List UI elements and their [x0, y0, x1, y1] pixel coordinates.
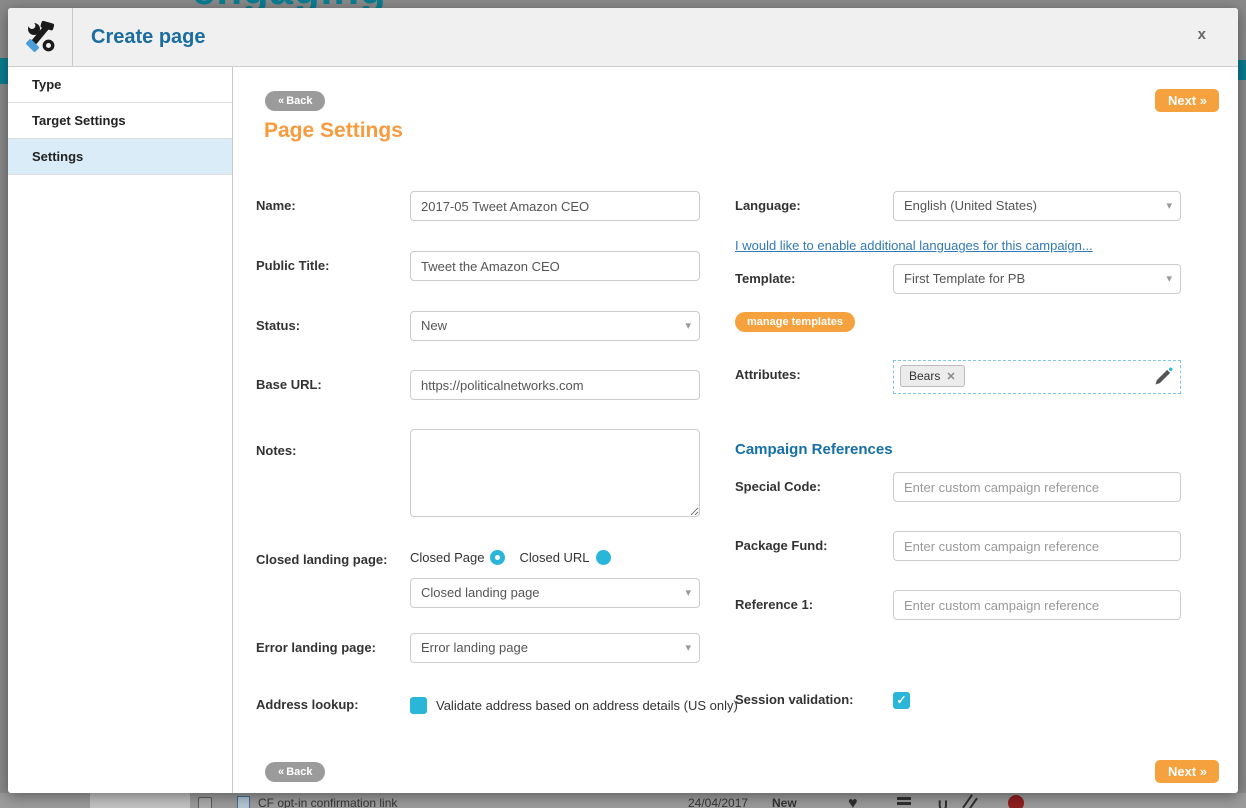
package-fund-label: Package Fund: — [735, 531, 893, 553]
error-landing-select[interactable]: Error landing page ▾ — [410, 633, 700, 663]
template-label: Template: — [735, 264, 893, 286]
attributes-tag-box[interactable]: Bears ✕ — [893, 360, 1181, 394]
page-heading: Page Settings — [264, 119, 403, 143]
address-lookup-label: Address lookup: — [256, 693, 410, 712]
campaign-references-heading: Campaign References — [735, 441, 1205, 458]
status-label: Status: — [256, 311, 410, 333]
create-page-modal: Create page x Type Target Settings Setti… — [8, 8, 1238, 793]
public-title-row: Public Title: — [256, 251, 736, 281]
session-validation-label: Session validation: — [735, 688, 893, 707]
closed-landing-row: Closed landing page: Closed Page Closed … — [256, 545, 736, 633]
language-row: Language: English (United States) ▾ — [735, 191, 1205, 221]
page-file-icon — [237, 796, 250, 808]
tag-remove-icon[interactable]: ✕ — [946, 370, 955, 383]
sidebar-item-type[interactable]: Type — [8, 67, 232, 103]
error-landing-row: Error landing page: Error landing page ▾ — [256, 633, 736, 663]
notes-label: Notes: — [256, 429, 410, 458]
row-page-link: CF opt-in confirmation link — [258, 796, 397, 808]
language-select[interactable]: English (United States) ▾ — [893, 191, 1181, 221]
back-button-top[interactable]: « Back — [265, 91, 325, 111]
modal-title: Create page — [73, 26, 206, 49]
favorite-icon: ♥ — [848, 795, 858, 808]
chevron-down-icon: ▾ — [685, 586, 691, 599]
chevron-down-icon: ▾ — [685, 641, 691, 654]
back-button-bottom[interactable]: « Back — [265, 762, 325, 782]
chevron-down-icon: ▾ — [1166, 199, 1172, 212]
checkbox-session-validation[interactable]: ✓ — [893, 692, 910, 709]
settings-panel: « Back Next » Page Settings Name: Public… — [233, 67, 1238, 793]
closed-url-option-label: Closed URL — [519, 550, 589, 565]
delete-icon — [1008, 795, 1024, 808]
background-table-row: CF opt-in confirmation link 24/04/2017 N… — [0, 793, 1246, 808]
reference-1-row: Reference 1: — [735, 590, 1205, 620]
row-checkbox — [198, 797, 212, 808]
row-date: 24/04/2017 — [688, 796, 748, 808]
list-icon — [897, 797, 911, 808]
radio-closed-url[interactable] — [596, 550, 611, 565]
radio-closed-page[interactable] — [490, 550, 505, 565]
special-code-label: Special Code: — [735, 472, 893, 494]
chevron-down-icon: ▾ — [1166, 272, 1172, 285]
background-sidebar-fragment — [90, 793, 190, 808]
background-navbar-fragment-right — [1238, 60, 1246, 80]
address-lookup-checkbox-label: Validate address based on address detail… — [436, 698, 738, 713]
package-fund-input[interactable] — [893, 531, 1181, 561]
sidebar-item-settings[interactable]: Settings — [8, 139, 232, 175]
status-select[interactable]: New ▾ — [410, 311, 700, 341]
close-icon[interactable]: x — [1198, 26, 1206, 43]
closed-landing-label: Closed landing page: — [256, 545, 410, 567]
special-code-input[interactable] — [893, 472, 1181, 502]
base-url-row: Base URL: — [256, 370, 736, 400]
base-url-label: Base URL: — [256, 370, 410, 392]
tools-icon — [8, 8, 73, 66]
name-row: Name: — [256, 191, 736, 221]
checkbox-address-lookup[interactable] — [410, 697, 427, 714]
template-select[interactable]: First Template for PB ▾ — [893, 264, 1181, 294]
manage-templates-button[interactable]: manage templates — [735, 312, 855, 332]
notes-textarea[interactable] — [410, 429, 700, 517]
chevron-down-icon: ▾ — [685, 319, 691, 332]
name-label: Name: — [256, 191, 410, 213]
attributes-label: Attributes: — [735, 360, 893, 382]
next-button-bottom[interactable]: Next » — [1155, 760, 1219, 783]
public-title-label: Public Title: — [256, 251, 410, 273]
background-navbar-fragment-left — [0, 58, 8, 84]
special-code-row: Special Code: — [735, 472, 1205, 502]
attribute-tag-bears: Bears ✕ — [900, 365, 965, 387]
closed-page-option-label: Closed Page — [410, 550, 484, 565]
error-landing-label: Error landing page: — [256, 633, 410, 655]
edit-pencil-icon[interactable] — [1153, 367, 1173, 390]
notes-row: Notes: — [256, 429, 736, 520]
name-input[interactable] — [410, 191, 700, 221]
status-row: Status: New ▾ — [256, 311, 736, 341]
magnet-icon: ∪ — [937, 795, 949, 808]
modal-sidebar: Type Target Settings Settings — [8, 67, 233, 793]
closed-landing-select[interactable]: Closed landing page ▾ — [410, 578, 700, 608]
modal-header: Create page x — [8, 8, 1238, 67]
public-title-input[interactable] — [410, 251, 700, 281]
additional-languages-link[interactable]: I would like to enable additional langua… — [735, 238, 1093, 253]
template-row: Template: First Template for PB ▾ — [735, 264, 1205, 294]
attributes-row: Attributes: Bears ✕ — [735, 360, 1205, 394]
reference-1-input[interactable] — [893, 590, 1181, 620]
row-status: New — [772, 796, 797, 808]
package-fund-row: Package Fund: — [735, 531, 1205, 561]
next-button-top[interactable]: Next » — [1155, 89, 1219, 112]
paperclip-icon — [962, 794, 978, 808]
session-validation-row: Session validation: ✓ — [735, 688, 1205, 709]
base-url-input[interactable] — [410, 370, 700, 400]
sidebar-item-target-settings[interactable]: Target Settings — [8, 103, 232, 139]
address-lookup-row: Address lookup: Validate address based o… — [256, 693, 736, 714]
language-label: Language: — [735, 191, 893, 213]
reference-1-label: Reference 1: — [735, 590, 893, 612]
